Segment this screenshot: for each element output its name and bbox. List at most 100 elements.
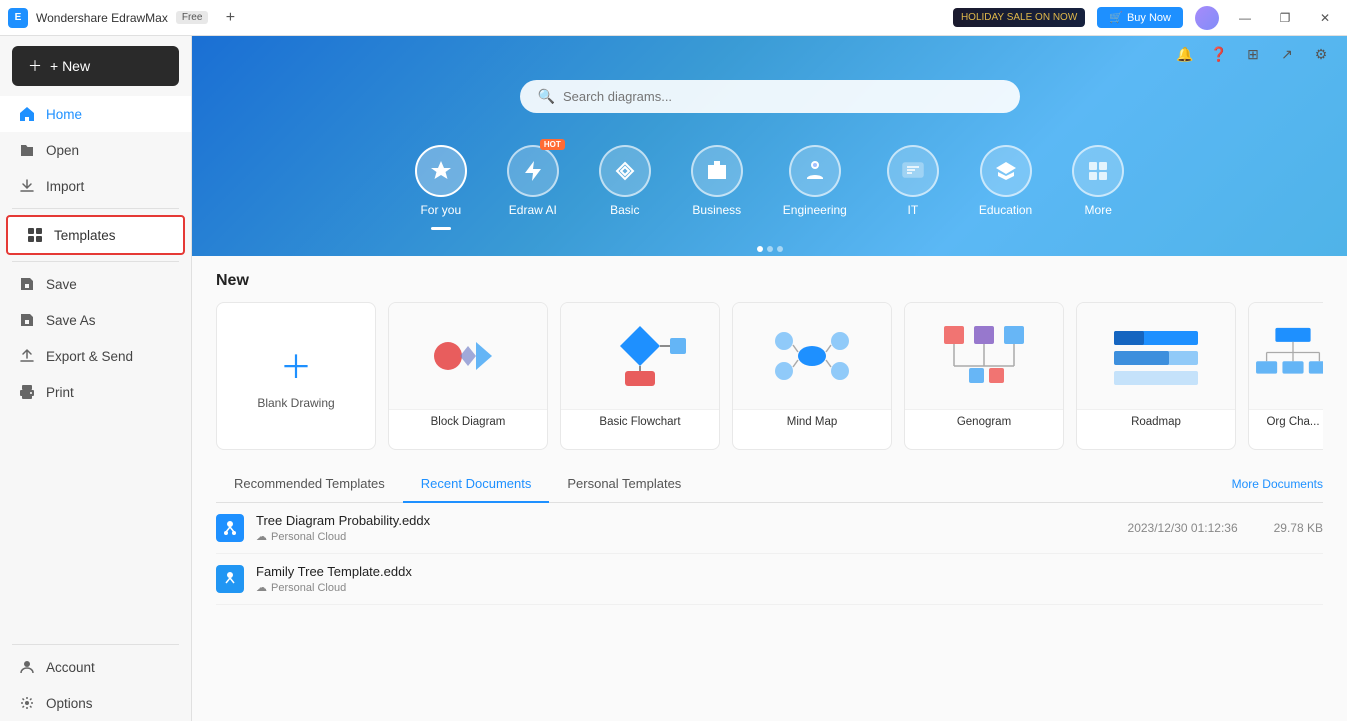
genogram-thumb (905, 303, 1063, 409)
roadmap-thumb (1077, 303, 1235, 409)
sidebar-item-options[interactable]: Options (0, 685, 191, 721)
category-basic[interactable]: Basic (587, 137, 663, 238)
sidebar-item-import[interactable]: Import (0, 168, 191, 204)
category-foryou[interactable]: For you (403, 137, 479, 238)
foryou-circle (415, 145, 467, 197)
titlebar-right: HOLIDAY SALE ON NOW 🛒 Buy Now — ❐ ✕ (953, 4, 1339, 32)
category-business[interactable]: Business (679, 137, 755, 238)
grid-icon[interactable]: ⊞ (1239, 40, 1267, 68)
sidebar-divider-3 (12, 644, 179, 645)
doc-icon-family (216, 565, 244, 593)
doc-icon-tree (216, 514, 244, 542)
main-layout: ＋ + New Home Open Import Tem (0, 36, 1347, 721)
blank-drawing-card[interactable]: ＋ Blank Drawing (216, 302, 376, 450)
template-card-roadmap[interactable]: Roadmap (1076, 302, 1236, 450)
sidebar-item-save[interactable]: Save (0, 266, 191, 302)
app-logo: E (8, 8, 28, 28)
options-icon (18, 694, 36, 712)
minimize-button[interactable]: — (1231, 4, 1259, 32)
category-education[interactable]: Education (967, 137, 1044, 238)
roadmap-label: Roadmap (1077, 409, 1235, 434)
new-button[interactable]: ＋ + New (12, 46, 179, 86)
mindmap-label: Mind Map (733, 409, 891, 434)
blank-label: Blank Drawing (257, 396, 334, 410)
tab-recent[interactable]: Recent Documents (403, 466, 550, 503)
doc-size: 29.78 KB (1274, 521, 1323, 535)
doc-date: 2023/12/30 01:12:36 (1128, 521, 1238, 535)
block-diagram-thumb (389, 303, 547, 409)
notification-icon[interactable]: 🔔 (1171, 40, 1199, 68)
avatar[interactable] (1195, 6, 1219, 30)
new-section-title: New (216, 272, 249, 290)
help-icon[interactable]: ❓ (1205, 40, 1233, 68)
template-card-flowchart[interactable]: Basic Flowchart (560, 302, 720, 450)
search-bar[interactable]: 🔍 (520, 80, 1020, 113)
cart-icon: 🛒 (1109, 11, 1123, 24)
holiday-sale-button[interactable]: HOLIDAY SALE ON NOW (953, 8, 1085, 27)
hot-badge: HOT (540, 139, 565, 150)
flowchart-thumb (561, 303, 719, 409)
maximize-button[interactable]: ❐ (1271, 4, 1299, 32)
settings-icon[interactable]: ⚙ (1307, 40, 1335, 68)
share-icon[interactable]: ↗ (1273, 40, 1301, 68)
sidebar-divider-1 (12, 208, 179, 209)
export-icon (18, 347, 36, 365)
doc-item-2[interactable]: Family Tree Template.eddx ☁ Personal Clo… (216, 554, 1323, 605)
sidebar-item-home[interactable]: Home (0, 96, 191, 132)
doc-item[interactable]: Tree Diagram Probability.eddx ☁ Personal… (216, 503, 1323, 554)
template-row: ＋ Blank Drawing Block Diagram (216, 302, 1323, 450)
orgchart-thumb (1249, 303, 1323, 409)
sidebar-divider-2 (12, 261, 179, 262)
sidebar: ＋ + New Home Open Import Tem (0, 36, 192, 721)
close-button[interactable]: ✕ (1311, 4, 1339, 32)
tab-recommended[interactable]: Recommended Templates (216, 466, 403, 503)
sidebar-item-saveas[interactable]: Save As (0, 302, 191, 338)
category-more[interactable]: More (1060, 137, 1136, 238)
category-edrawai[interactable]: HOT Edraw AI (495, 137, 571, 238)
more-documents-link[interactable]: More Documents (1232, 467, 1323, 501)
sidebar-item-export[interactable]: Export & Send (0, 338, 191, 374)
tabs-header: Recommended Templates Recent Documents P… (216, 466, 1323, 503)
sidebar-item-print[interactable]: Print (0, 374, 191, 410)
header-toolbar: 🔔 ❓ ⊞ ↗ ⚙ (192, 36, 1347, 72)
education-circle (980, 145, 1032, 197)
saveas-icon (18, 311, 36, 329)
doc-location: ☁ Personal Cloud (256, 530, 1116, 543)
app-name: Wondershare EdrawMax (36, 11, 168, 25)
category-it[interactable]: IT (875, 137, 951, 238)
sidebar-item-open[interactable]: Open (0, 132, 191, 168)
new-section-header: New (216, 272, 1323, 290)
banner-indicator (232, 238, 1307, 256)
new-tab-button[interactable]: + (216, 4, 244, 32)
engineering-circle (789, 145, 841, 197)
cloud-icon-2: ☁ (256, 581, 267, 594)
edrawai-circle: HOT (507, 145, 559, 197)
content-area: 🔔 ❓ ⊞ ↗ ⚙ 🔍 For you (192, 36, 1347, 721)
template-card-mindmap[interactable]: Mind Map (732, 302, 892, 450)
buy-now-button[interactable]: 🛒 Buy Now (1097, 7, 1183, 28)
doc-info: Tree Diagram Probability.eddx ☁ Personal… (256, 513, 1116, 543)
doc-name-2: Family Tree Template.eddx (256, 564, 1323, 579)
blank-plus-icon: ＋ (280, 342, 312, 388)
search-icon: 🔍 (538, 88, 555, 105)
titlebar: E Wondershare EdrawMax Free + HOLIDAY SA… (0, 0, 1347, 36)
category-engineering[interactable]: Engineering (771, 137, 859, 238)
filter-icon[interactable] (1305, 272, 1323, 290)
category-row: For you HOT Edraw AI Basic (232, 137, 1307, 238)
search-input[interactable] (563, 89, 1002, 104)
tab-personal[interactable]: Personal Templates (549, 466, 699, 503)
template-card-block[interactable]: Block Diagram (388, 302, 548, 450)
flowchart-label: Basic Flowchart (561, 409, 719, 434)
sidebar-bottom: Account Options (0, 640, 191, 721)
open-icon (18, 141, 36, 159)
it-circle (887, 145, 939, 197)
template-card-orgchart[interactable]: Org Cha... (1248, 302, 1323, 450)
print-icon (18, 383, 36, 401)
template-card-genogram[interactable]: Genogram (904, 302, 1064, 450)
indicator-3 (777, 246, 783, 252)
sidebar-item-account[interactable]: Account (0, 649, 191, 685)
basic-circle (599, 145, 651, 197)
titlebar-left: E Wondershare EdrawMax Free + (8, 4, 244, 32)
sidebar-item-templates[interactable]: Templates (6, 215, 185, 255)
block-label: Block Diagram (389, 409, 547, 434)
